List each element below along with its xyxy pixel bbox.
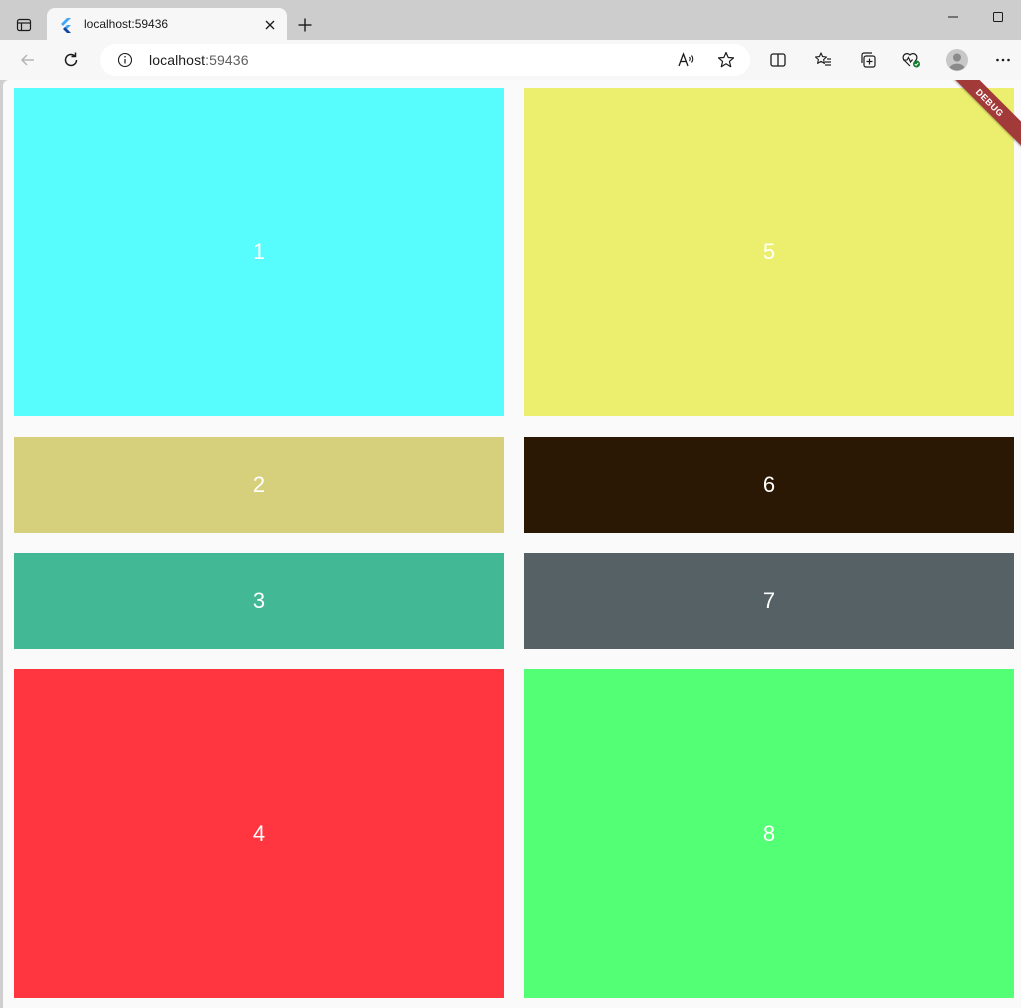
favorites-button[interactable] [809,46,837,74]
tab-actions-icon [16,18,32,32]
heart-pulse-icon [902,53,920,68]
tile-6: 6 [524,437,1014,533]
flutter-logo-icon [61,18,71,33]
tile-label: 7 [762,588,776,613]
url-host: localhost [149,52,206,68]
tile-5: 5 [524,88,1014,416]
read-aloud-button[interactable] [675,49,697,71]
avatar [946,49,968,71]
maximize-icon [993,12,1003,22]
tab-actions-button[interactable] [10,12,38,38]
tile-label: 3 [252,588,266,613]
collections-button[interactable] [854,46,882,74]
browser-essentials-button[interactable] [897,46,925,74]
plus-icon [298,18,312,32]
tile-8: 8 [524,669,1014,998]
back-button[interactable] [14,46,42,74]
tile-label: 4 [252,820,266,846]
tile-7: 7 [524,553,1014,649]
collections-icon [861,52,876,68]
browser-toolbar: localhost:59436 [0,40,1021,80]
address-bar[interactable]: localhost:59436 [100,44,750,76]
refresh-icon [64,52,78,67]
tab-close-button[interactable] [261,16,279,34]
browser-tab[interactable]: localhost:59436 [47,8,287,41]
tile-3: 3 [14,553,504,649]
close-icon [265,20,275,30]
tile-label: 8 [762,820,776,846]
tile-label: 6 [762,472,776,497]
split-screen-icon [770,53,786,67]
favorites-list-icon [814,52,831,66]
url-text[interactable]: localhost:59436 [149,52,249,68]
minimize-icon [948,16,958,18]
tile-4: 4 [14,669,504,998]
favorite-button[interactable] [715,49,737,71]
read-aloud-icon [678,52,694,67]
tile-label: 1 [252,239,266,264]
page-viewport: 1 2 3 4 5 6 7 8 DEBUG [3,80,1021,1008]
tile-2: 2 [14,437,504,533]
more-icon [996,58,1010,62]
tile-label: 2 [252,472,266,497]
tile-1: 1 [14,88,504,416]
tile-label: 5 [762,239,776,264]
profile-button[interactable] [943,46,971,74]
minimize-button[interactable] [930,4,976,30]
title-bar: localhost:59436 [0,0,1021,41]
refresh-button[interactable] [57,46,85,74]
settings-more-button[interactable] [989,46,1017,74]
back-arrow-icon [20,54,34,66]
split-screen-button[interactable] [764,46,792,74]
site-info-icon[interactable] [116,51,134,69]
tab-title: localhost:59436 [84,17,169,31]
maximize-button[interactable] [975,4,1021,30]
new-tab-button[interactable] [292,13,318,37]
star-icon [717,51,735,68]
url-port: :59436 [205,52,249,68]
